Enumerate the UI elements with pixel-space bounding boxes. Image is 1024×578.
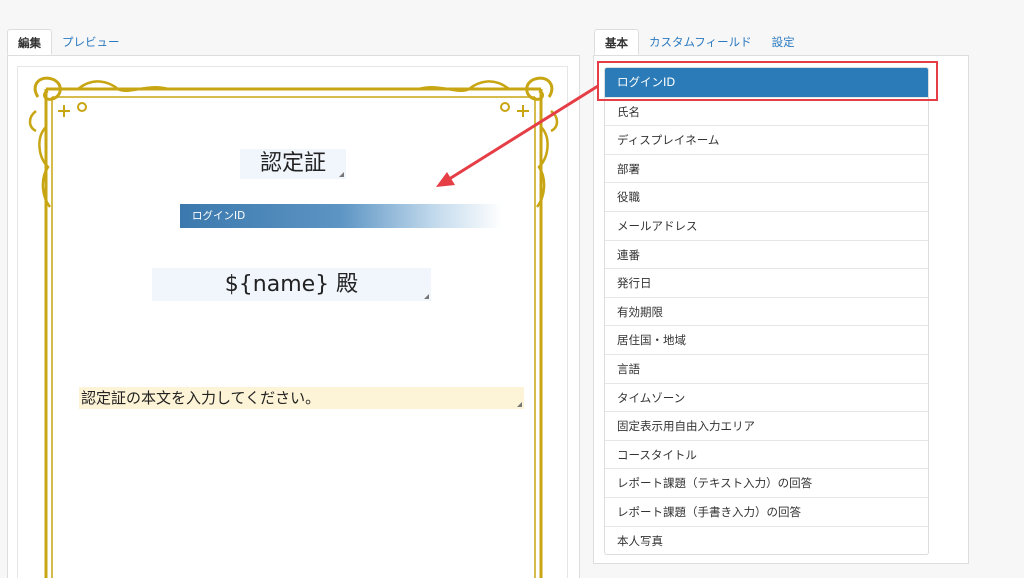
certificate-canvas: 認定証 ログインID ${name} 殿 認定証の本文を入力してください。 — [17, 66, 568, 578]
resize-handle-icon[interactable] — [424, 294, 429, 299]
field-list-item[interactable]: 有効期限 — [605, 296, 928, 326]
field-list-item[interactable]: 本人写真 — [605, 525, 928, 555]
field-list-item[interactable]: レポート課題（手書き入力）の回答 — [605, 496, 928, 526]
name-field[interactable]: ${name} 殿 — [152, 268, 431, 301]
certificate-body-field[interactable]: 認定証の本文を入力してください。 — [79, 387, 524, 409]
field-list-item[interactable]: ログインID — [605, 68, 928, 97]
field-list-item[interactable]: 連番 — [605, 239, 928, 269]
name-field-text: ${name} 殿 — [224, 272, 359, 297]
tab-preview[interactable]: プレビュー — [52, 29, 130, 55]
tab-settings[interactable]: 設定 — [762, 29, 805, 55]
field-list-item[interactable]: 氏名 — [605, 96, 928, 126]
field-list-item[interactable]: 言語 — [605, 353, 928, 383]
field-list-item[interactable]: タイムゾーン — [605, 382, 928, 412]
editor-tabs: 編集 プレビュー — [7, 29, 130, 55]
field-list-item[interactable]: コースタイトル — [605, 439, 928, 469]
resize-handle-icon[interactable] — [339, 172, 344, 177]
field-list-item[interactable]: 部署 — [605, 153, 928, 183]
field-list-item[interactable]: 発行日 — [605, 268, 928, 297]
field-list-item[interactable]: メールアドレス — [605, 210, 928, 240]
tab-custom-fields[interactable]: カスタムフィールド — [639, 29, 762, 55]
certificate-title-field[interactable]: 認定証 — [240, 149, 346, 179]
login-id-field[interactable]: ログインID — [180, 204, 502, 228]
tab-edit[interactable]: 編集 — [7, 29, 52, 55]
field-list-item[interactable]: レポート課題（テキスト入力）の回答 — [605, 468, 928, 497]
certificate-title-text: 認定証 — [259, 151, 326, 176]
field-list-item[interactable]: ディスプレイネーム — [605, 125, 928, 154]
ornamental-frame — [28, 76, 559, 578]
field-list-item[interactable]: 役職 — [605, 182, 928, 211]
field-list: ログインID 氏名 ディスプレイネーム 部署 役職 メールアドレス 連番 発行日 有効期限 居住国… — [604, 67, 929, 556]
fields-tabs: 基本 カスタムフィールド 設定 — [594, 29, 805, 55]
field-list-item[interactable]: 固定表示用自由入力エリア — [605, 411, 928, 440]
resize-handle-icon[interactable] — [517, 402, 522, 407]
field-list-item[interactable]: 居住国・地域 — [605, 325, 928, 354]
certificate-body-text: 認定証の本文を入力してください。 — [81, 389, 321, 407]
tab-basic[interactable]: 基本 — [594, 29, 639, 55]
